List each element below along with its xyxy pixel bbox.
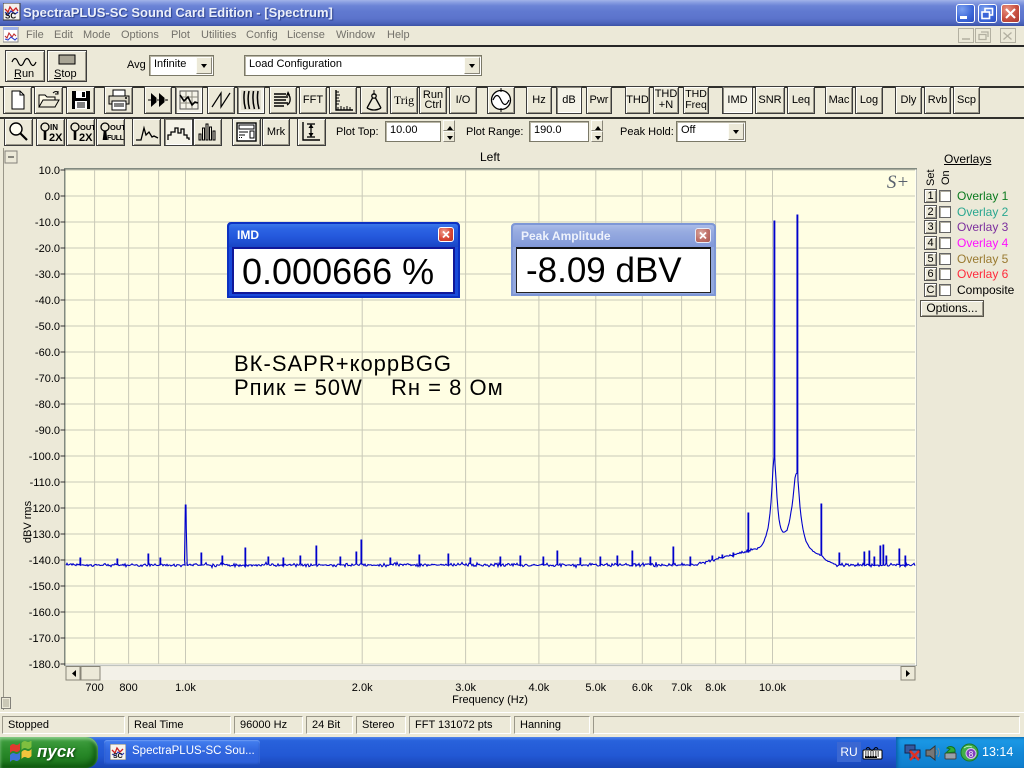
svg-text:10.0: 10.0 bbox=[39, 165, 60, 177]
svg-text:2X: 2X bbox=[79, 132, 93, 144]
svg-text:-20.0: -20.0 bbox=[35, 243, 60, 255]
svg-text:-100.0: -100.0 bbox=[29, 451, 60, 463]
svg-text:-170.0: -170.0 bbox=[29, 633, 60, 645]
svg-text:SC: SC bbox=[113, 753, 123, 760]
svg-text:-80.0: -80.0 bbox=[35, 399, 60, 411]
svg-text:8.0k: 8.0k bbox=[705, 682, 726, 694]
svg-text:800: 800 bbox=[119, 682, 137, 694]
svg-text:Frequency (Hz): Frequency (Hz) bbox=[452, 694, 528, 706]
svg-text:-140.0: -140.0 bbox=[29, 555, 60, 567]
svg-text:Рпик = 50W: Рпик = 50W bbox=[234, 375, 363, 400]
svg-text:10.0k: 10.0k bbox=[759, 682, 786, 694]
svg-text:1.0k: 1.0k bbox=[175, 682, 196, 694]
svg-text:8: 8 bbox=[969, 750, 974, 759]
svg-text:dBV rms: dBV rms bbox=[22, 500, 34, 543]
svg-text:OUT: OUT bbox=[80, 123, 94, 132]
svg-text:-90.0: -90.0 bbox=[35, 425, 60, 437]
svg-text:-110.0: -110.0 bbox=[30, 477, 60, 489]
svg-text:-60.0: -60.0 bbox=[35, 347, 60, 359]
svg-text:5.0k: 5.0k bbox=[585, 682, 606, 694]
svg-text:-50.0: -50.0 bbox=[35, 321, 60, 333]
svg-text:-40.0: -40.0 bbox=[35, 295, 60, 307]
svg-text:3.0k: 3.0k bbox=[455, 682, 476, 694]
svg-text:-70.0: -70.0 bbox=[35, 373, 60, 385]
svg-text:-10.0: -10.0 bbox=[35, 217, 60, 229]
svg-text:7.0k: 7.0k bbox=[671, 682, 692, 694]
svg-text:-180.0: -180.0 bbox=[29, 659, 60, 671]
svg-text:-30.0: -30.0 bbox=[35, 269, 60, 281]
svg-text:700: 700 bbox=[85, 682, 103, 694]
svg-text:FULL: FULL bbox=[107, 135, 124, 142]
svg-text:2X: 2X bbox=[49, 132, 63, 144]
svg-text:0.0: 0.0 bbox=[45, 191, 60, 203]
svg-text:SC: SC bbox=[5, 12, 16, 21]
svg-text:Rн = 8 Ом: Rн = 8 Ом bbox=[391, 375, 504, 400]
svg-text:6.0k: 6.0k bbox=[632, 682, 653, 694]
svg-text:IN: IN bbox=[50, 123, 58, 132]
svg-text:-150.0: -150.0 bbox=[29, 581, 60, 593]
svg-text:Set: Set bbox=[925, 169, 937, 186]
svg-text:OUT: OUT bbox=[110, 123, 124, 132]
svg-text:4.0k: 4.0k bbox=[529, 682, 550, 694]
svg-text:ВК-SAPR+коррBGG: ВК-SAPR+коррBGG bbox=[234, 351, 452, 376]
svg-text:Left: Left bbox=[480, 150, 501, 164]
svg-text:On: On bbox=[940, 170, 952, 185]
svg-text:S+: S+ bbox=[887, 172, 909, 193]
svg-text:-160.0: -160.0 bbox=[29, 607, 60, 619]
svg-text:2.0k: 2.0k bbox=[352, 682, 373, 694]
